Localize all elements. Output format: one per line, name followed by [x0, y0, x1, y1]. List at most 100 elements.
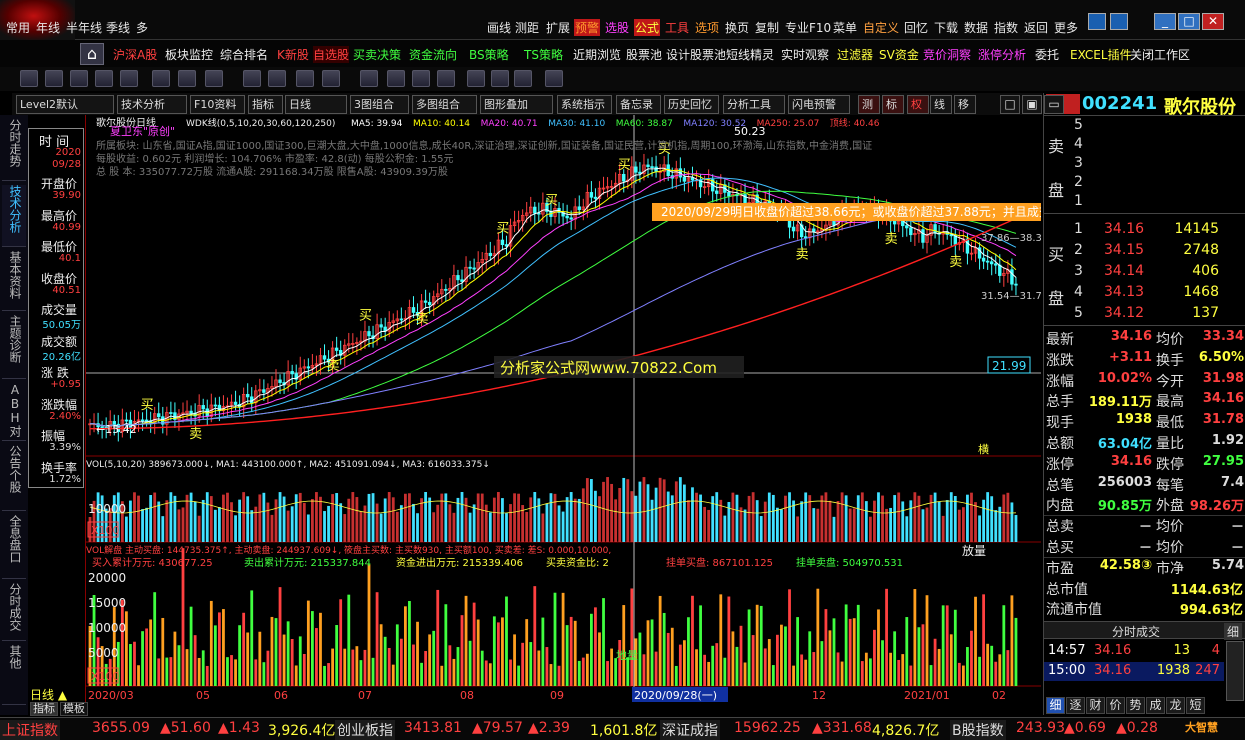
- toolbar-2[interactable]: F10资料: [190, 95, 245, 114]
- toolbar-3[interactable]: 指标: [248, 95, 283, 114]
- toolbar-6[interactable]: 多图组合: [412, 95, 477, 114]
- menu-item-15[interactable]: 数据: [963, 19, 989, 36]
- nav-item-8[interactable]: TS策略: [524, 46, 563, 63]
- menu-item-11[interactable]: 菜单: [832, 19, 858, 36]
- folder-icon[interactable]: [20, 70, 38, 87]
- toolbar-0[interactable]: Level2默认: [16, 95, 114, 114]
- align-icon[interactable]: [178, 70, 196, 87]
- menu-item-7[interactable]: 选项: [694, 19, 720, 36]
- left-tab-2[interactable]: 基本资料: [2, 251, 26, 311]
- nav-item-9[interactable]: 近期浏览: [573, 46, 621, 63]
- trend-icon[interactable]: [412, 70, 430, 87]
- menu-item-0[interactable]: 画线: [486, 19, 512, 36]
- menu-item-8[interactable]: 换页: [724, 19, 750, 36]
- menu-item-1[interactable]: 测距: [514, 19, 540, 36]
- toolbar-5[interactable]: 3图组合: [350, 95, 409, 114]
- ticks-scrollbar[interactable]: [1226, 641, 1244, 701]
- menu-item-left-4[interactable]: 多: [136, 19, 148, 36]
- restore-icon[interactable]: [1088, 13, 1106, 30]
- menu-item-2[interactable]: 扩展: [545, 19, 571, 36]
- menu-item-3[interactable]: 预警: [574, 19, 601, 36]
- text-icon[interactable]: [243, 70, 261, 87]
- right-tab-7[interactable]: 短: [1186, 697, 1205, 714]
- menu-item-18[interactable]: 更多: [1053, 19, 1079, 36]
- grid-icon[interactable]: [70, 70, 88, 87]
- right-tab-5[interactable]: 成: [1146, 697, 1165, 714]
- nav-item-2[interactable]: 综合排名: [220, 46, 268, 63]
- nav-item-1[interactable]: 板块监控: [165, 46, 213, 63]
- nav-item-19[interactable]: EXCEL插件: [1070, 46, 1132, 63]
- menu-item-17[interactable]: 返回: [1023, 19, 1049, 36]
- toolbar-9[interactable]: 备忘录: [616, 95, 661, 114]
- right-tab-1[interactable]: 逐: [1066, 697, 1085, 714]
- nav-item-4[interactable]: 自选股: [313, 46, 350, 63]
- table-icon[interactable]: [95, 70, 113, 87]
- toolbar-icon-2[interactable]: ▭: [1044, 95, 1064, 114]
- left-tab-8[interactable]: 其他: [2, 645, 26, 705]
- menu-item-left-0[interactable]: 常用: [6, 19, 30, 36]
- index-item-5[interactable]: 创业板指: [335, 720, 395, 740]
- right-tab-4[interactable]: 势: [1126, 697, 1145, 714]
- chart-icon[interactable]: [45, 70, 63, 87]
- nav-item-20[interactable]: 关闭工作区: [1130, 46, 1190, 63]
- nav-item-14[interactable]: 过滤器: [837, 46, 873, 63]
- toolbar-1[interactable]: 技术分析: [117, 95, 187, 114]
- nav-item-15[interactable]: SV资金: [879, 46, 919, 63]
- toolbar-8[interactable]: 系统指示: [557, 95, 612, 114]
- book-icon[interactable]: [491, 70, 509, 87]
- toolbar-11[interactable]: 分析工具: [723, 95, 785, 114]
- nav-item-5[interactable]: 买卖决策: [353, 46, 401, 63]
- kline-chart-svg[interactable]: 买卖卖买 卖买买买买卖卖卖歌尔股份日线 WDK线(0,5,10,20,30,60,1…: [86, 115, 1202, 715]
- toolbar-13[interactable]: 测: [858, 95, 880, 114]
- toolbar-16[interactable]: 线: [930, 95, 952, 114]
- index-item-10[interactable]: 深证成指: [660, 720, 720, 740]
- nav-item-11[interactable]: 设计股票池: [666, 46, 726, 63]
- brand-logo[interactable]: 大智慧: [1185, 719, 1218, 735]
- menu-item-left-2[interactable]: 半年线: [66, 19, 102, 36]
- list-icon[interactable]: [120, 70, 138, 87]
- up-icon[interactable]: [467, 70, 485, 87]
- left-tab-3[interactable]: 主题诊断: [2, 315, 26, 379]
- menu-item-5[interactable]: 公式: [634, 19, 661, 36]
- chart-area[interactable]: 买卖卖买卖买买买买卖卖卖歌尔股份日线 WDK线(0,5,10,20,30,60,1…: [85, 115, 1202, 715]
- dots-icon[interactable]: [360, 70, 378, 87]
- window-icon[interactable]: [1110, 13, 1128, 30]
- cross-icon[interactable]: [205, 70, 223, 87]
- toolbar-7[interactable]: 图形叠加: [480, 95, 553, 114]
- menu-item-6[interactable]: 工具: [664, 19, 690, 36]
- minimize-icon[interactable]: _: [1154, 13, 1176, 30]
- left-tab-0[interactable]: 分时走势: [2, 119, 26, 181]
- menu-item-left-1[interactable]: 年线: [36, 19, 60, 36]
- left-tab-5[interactable]: 公告个股: [2, 445, 26, 511]
- period-label[interactable]: 日线 ▲: [30, 686, 67, 703]
- menu-item-14[interactable]: 下载: [933, 19, 959, 36]
- doc-icon[interactable]: [545, 70, 563, 87]
- info-icon[interactable]: [514, 70, 532, 87]
- toolbar-15[interactable]: 权: [907, 95, 929, 114]
- nav-item-10[interactable]: 股票池: [626, 46, 662, 63]
- ticks-detail-button[interactable]: 细: [1224, 623, 1243, 640]
- menu-item-16[interactable]: 指数: [993, 19, 1019, 36]
- menu-item-12[interactable]: 自定义: [862, 19, 900, 36]
- bar-icon[interactable]: [387, 70, 405, 87]
- toolbar-10[interactable]: 历史回忆: [664, 95, 719, 114]
- nav-item-3[interactable]: K新股: [277, 46, 309, 63]
- toolbar-icon-1[interactable]: ▣: [1022, 95, 1042, 114]
- bottom-tab-0[interactable]: 指标: [30, 702, 58, 716]
- down-icon[interactable]: [437, 70, 455, 87]
- right-tab-0[interactable]: 细: [1046, 697, 1065, 714]
- maximize-icon[interactable]: □: [1178, 13, 1200, 30]
- nav-item-18[interactable]: 委托: [1035, 46, 1059, 63]
- left-tab-7[interactable]: 分时成交: [2, 583, 26, 641]
- menu-item-4[interactable]: 选股: [604, 19, 630, 36]
- left-tab-1[interactable]: 技术分析: [2, 185, 26, 247]
- toolbar-14[interactable]: 标: [882, 95, 904, 114]
- stock-name[interactable]: 歌尔股份: [1164, 93, 1236, 119]
- nav-item-7[interactable]: BS策略: [469, 46, 509, 63]
- right-tab-6[interactable]: 龙: [1166, 697, 1185, 714]
- move-icon[interactable]: [152, 70, 170, 87]
- ticks-header[interactable]: 分时成交 细: [1044, 621, 1245, 640]
- menu-item-left-3[interactable]: 季线: [106, 19, 130, 36]
- nav-item-6[interactable]: 资金流向: [409, 46, 457, 63]
- home-icon[interactable]: ⌂: [80, 43, 104, 65]
